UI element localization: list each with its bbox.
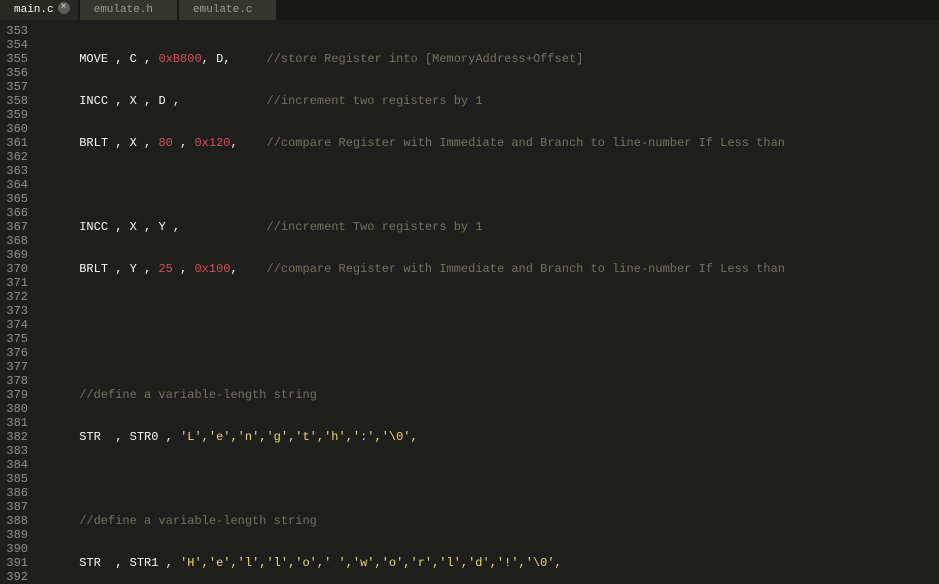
code-area[interactable]: MOVE , C , 0xB800, D, //store Register i… xyxy=(36,20,939,584)
code-line: STR , STR0 , 'L','e','n','g','t','h',':'… xyxy=(36,430,939,444)
code-line: //define a variable-length string xyxy=(36,388,939,402)
line-number: 380 xyxy=(0,402,28,416)
line-number: 353 xyxy=(0,24,28,38)
line-number: 372 xyxy=(0,290,28,304)
line-number: 364 xyxy=(0,178,28,192)
tab-bar: main.c × emulate.h emulate.c xyxy=(0,0,939,20)
line-number: 391 xyxy=(0,556,28,570)
line-number: 365 xyxy=(0,192,28,206)
line-number: 358 xyxy=(0,94,28,108)
line-number: 374 xyxy=(0,318,28,332)
line-number: 382 xyxy=(0,430,28,444)
line-number: 370 xyxy=(0,262,28,276)
line-number: 388 xyxy=(0,514,28,528)
line-number-gutter: 3533543553563573583593603613623633643653… xyxy=(0,20,36,584)
tab-emulate-h[interactable]: emulate.h xyxy=(80,0,177,20)
line-number: 373 xyxy=(0,304,28,318)
line-number: 356 xyxy=(0,66,28,80)
line-number: 376 xyxy=(0,346,28,360)
line-number: 385 xyxy=(0,472,28,486)
line-number: 375 xyxy=(0,332,28,346)
code-line: BRLT , Y , 25 , 0x100, //compare Registe… xyxy=(36,262,939,276)
line-number: 377 xyxy=(0,360,28,374)
code-line: STR , STR1 , 'H','e','l','l','o',' ','w'… xyxy=(36,556,939,570)
line-number: 383 xyxy=(0,444,28,458)
line-number: 387 xyxy=(0,500,28,514)
line-number: 384 xyxy=(0,458,28,472)
line-number: 360 xyxy=(0,122,28,136)
line-number: 362 xyxy=(0,150,28,164)
tab-label: emulate.h xyxy=(94,3,153,17)
line-number: 390 xyxy=(0,542,28,556)
code-line: //define a variable-length string xyxy=(36,514,939,528)
line-number: 371 xyxy=(0,276,28,290)
editor: 3533543553563573583593603613623633643653… xyxy=(0,20,939,584)
line-number: 381 xyxy=(0,416,28,430)
tab-main-c[interactable]: main.c × xyxy=(0,0,78,20)
line-number: 363 xyxy=(0,164,28,178)
line-number: 357 xyxy=(0,80,28,94)
line-number: 366 xyxy=(0,206,28,220)
tab-emulate-c[interactable]: emulate.c xyxy=(179,0,276,20)
line-number: 392 xyxy=(0,570,28,584)
line-number: 354 xyxy=(0,38,28,52)
line-number: 369 xyxy=(0,248,28,262)
line-number: 355 xyxy=(0,52,28,66)
line-number: 361 xyxy=(0,136,28,150)
line-number: 368 xyxy=(0,234,28,248)
line-number: 389 xyxy=(0,528,28,542)
line-number: 386 xyxy=(0,486,28,500)
code-line: INCC , X , Y , //increment Two registers… xyxy=(36,220,939,234)
line-number: 359 xyxy=(0,108,28,122)
line-number: 378 xyxy=(0,374,28,388)
line-number: 379 xyxy=(0,388,28,402)
code-line: BRLT , X , 80 , 0x120, //compare Registe… xyxy=(36,136,939,150)
tab-label: main.c xyxy=(14,3,54,17)
line-number: 367 xyxy=(0,220,28,234)
close-icon[interactable]: × xyxy=(58,2,70,14)
tab-label: emulate.c xyxy=(193,3,252,17)
code-line: INCC , X , D , //increment two registers… xyxy=(36,94,939,108)
code-line: MOVE , C , 0xB800, D, //store Register i… xyxy=(36,52,939,66)
